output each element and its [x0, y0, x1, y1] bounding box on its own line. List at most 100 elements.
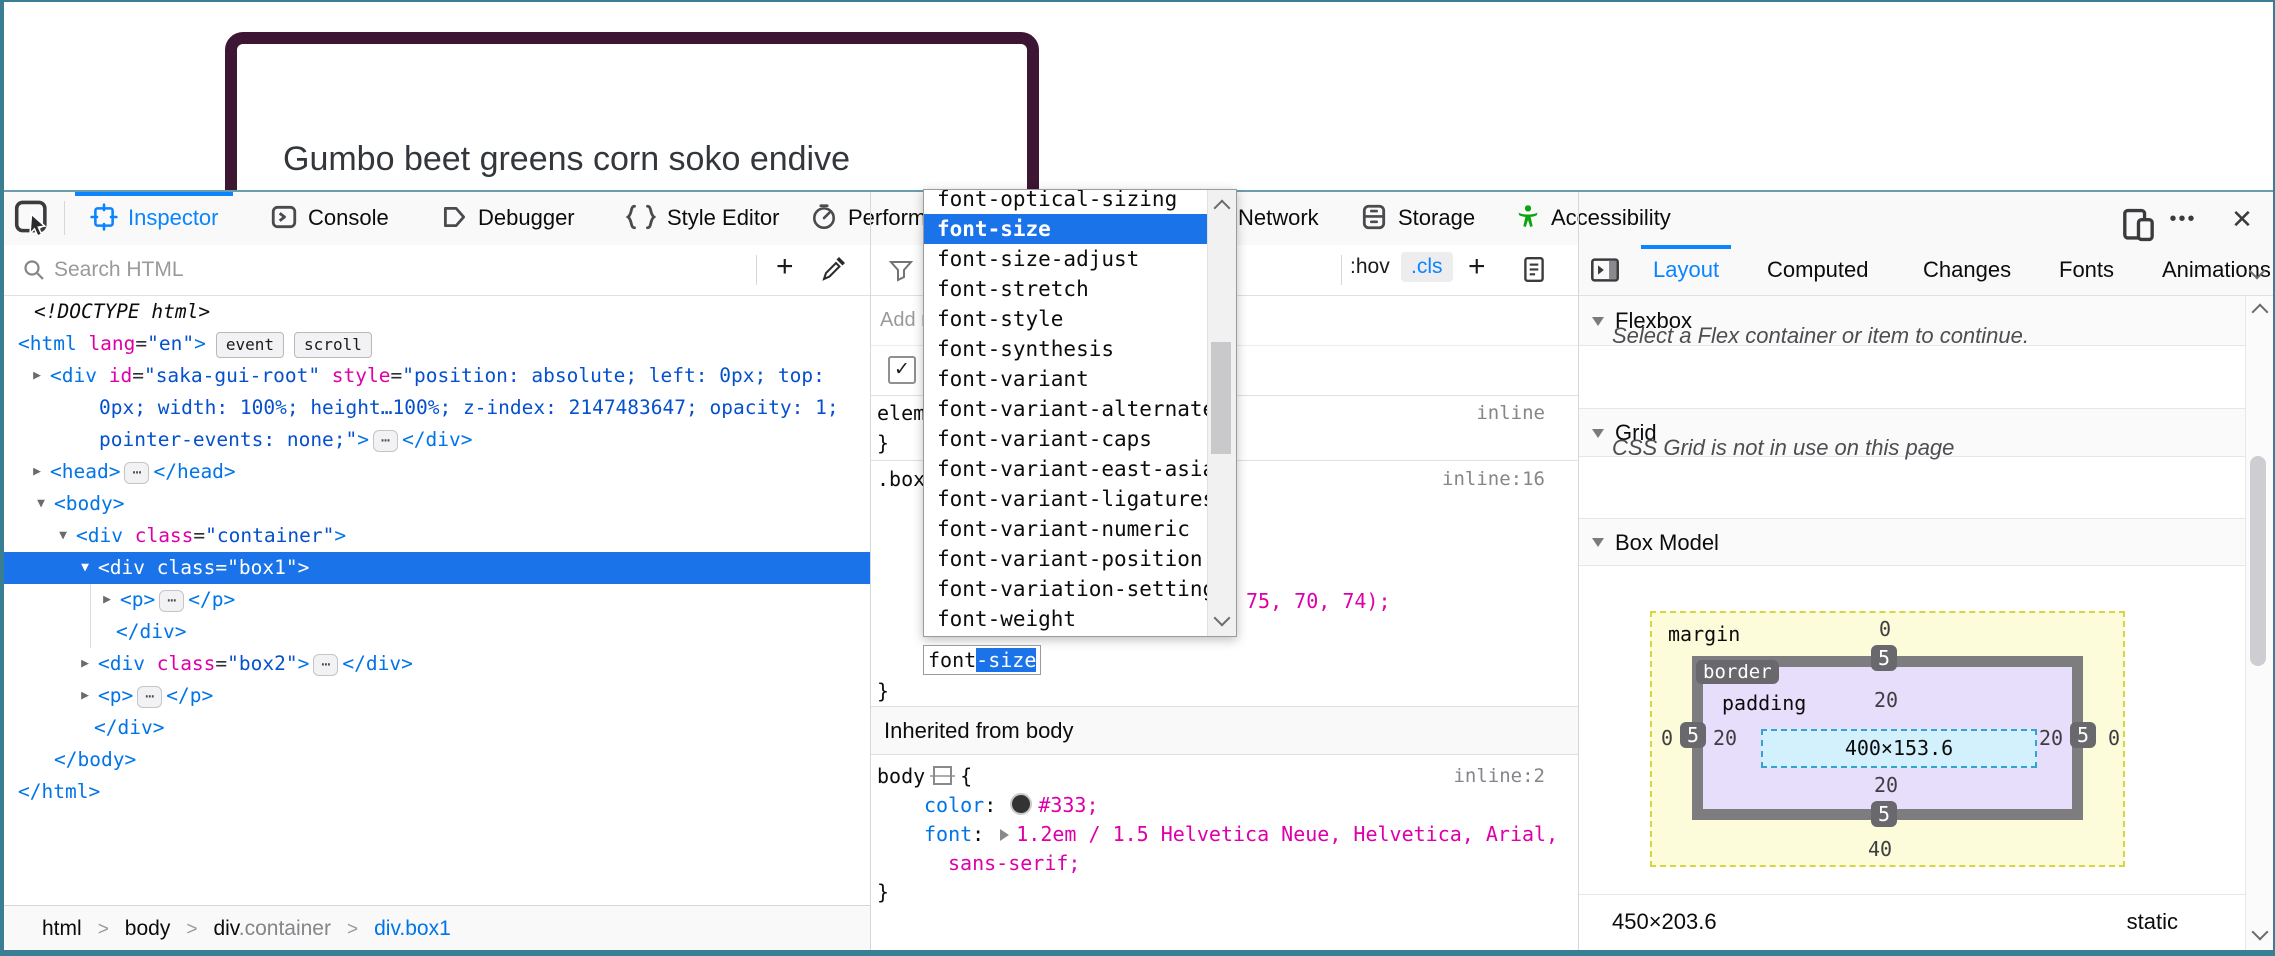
- expand-arrow-icon[interactable]: ▶: [28, 456, 46, 488]
- tab-changes[interactable]: Changes: [1911, 245, 2023, 295]
- padding-bottom-value[interactable]: 20: [1874, 773, 1898, 797]
- sidebar-toggle-icon[interactable]: [1590, 256, 1620, 284]
- autocomplete-item[interactable]: font-optical-sizing: [924, 189, 1208, 214]
- markup-row[interactable]: 0px; width: 100%; height…100%; z-index: …: [4, 392, 870, 424]
- add-node-button[interactable]: +: [776, 250, 794, 284]
- event-badge[interactable]: scroll: [294, 332, 372, 358]
- markup-row-selected[interactable]: ▼<div class="box1">: [4, 552, 870, 584]
- autocomplete-item[interactable]: font-stretch: [924, 274, 1208, 304]
- tab-inspector[interactable]: Inspector: [75, 192, 233, 244]
- rule-source-link[interactable]: inline:2: [1453, 761, 1545, 791]
- expand-arrow-icon[interactable]: ▶: [76, 680, 94, 712]
- highlight-selector-icon[interactable]: [933, 766, 952, 785]
- panel-splitter-right[interactable]: [1578, 192, 1579, 950]
- markup-row[interactable]: <!DOCTYPE html>: [4, 296, 870, 328]
- breadcrumb-item-div-box1[interactable]: div.box1: [374, 917, 451, 940]
- property-name-input[interactable]: font-size: [923, 645, 1041, 675]
- collapse-arrow-icon[interactable]: ▼: [32, 488, 50, 520]
- margin-top-value[interactable]: 0: [1879, 617, 1891, 641]
- scroll-down-icon[interactable]: [1214, 610, 1231, 627]
- print-simulation-icon[interactable]: [1521, 256, 1547, 284]
- scrollbar-thumb[interactable]: [1211, 342, 1231, 454]
- autocomplete-scrollbar[interactable]: [1207, 190, 1236, 636]
- autocomplete-item[interactable]: font-variant-east-asian: [924, 454, 1208, 484]
- panel-splitter-left[interactable]: [870, 192, 871, 950]
- autocomplete-item[interactable]: font-weight: [924, 604, 1208, 634]
- scroll-up-icon[interactable]: [1214, 200, 1231, 217]
- tab-debugger[interactable]: Debugger: [425, 192, 589, 244]
- search-html-input[interactable]: [52, 253, 616, 287]
- breadcrumb-item-div[interactable]: div.container: [213, 917, 331, 940]
- margin-bottom-value[interactable]: 40: [1868, 837, 1892, 861]
- breadcrumb-item-html[interactable]: html: [42, 917, 82, 940]
- expand-arrow-icon[interactable]: ▶: [98, 584, 116, 616]
- padding-left-value[interactable]: 20: [1713, 726, 1737, 750]
- markup-row[interactable]: ▶<p>⋯</p>: [4, 584, 870, 616]
- margin-right-value[interactable]: 0: [2108, 726, 2120, 750]
- rule-selector[interactable]: body: [871, 764, 925, 788]
- scroll-up-icon[interactable]: [2252, 304, 2269, 321]
- tab-accessibility[interactable]: Accessibility: [1500, 192, 1685, 244]
- rule-body[interactable]: body{ inline:2: [871, 761, 1578, 791]
- tab-style-editor[interactable]: Style Editor: [610, 192, 794, 244]
- margin-left-value[interactable]: 0: [1661, 726, 1673, 750]
- rule-source-link[interactable]: inline:16: [1442, 464, 1545, 494]
- breadcrumb-item-body[interactable]: body: [125, 917, 171, 940]
- autocomplete-item[interactable]: font-variant-numeric: [924, 514, 1208, 544]
- autocomplete-item[interactable]: font-variation-settings: [924, 574, 1208, 604]
- tab-console[interactable]: Console: [255, 192, 403, 244]
- responsive-design-mode-button[interactable]: [2120, 200, 2160, 238]
- autocomplete-item-selected[interactable]: font-size: [924, 214, 1208, 244]
- meatball-menu-button[interactable]: •••: [2163, 200, 2203, 238]
- border-top-value[interactable]: 5: [1871, 645, 1897, 671]
- tab-fonts[interactable]: Fonts: [2047, 245, 2126, 295]
- markup-row[interactable]: ▼<body>: [4, 488, 870, 520]
- tab-storage[interactable]: Storage: [1345, 192, 1489, 244]
- markup-row[interactable]: </body>: [4, 744, 870, 776]
- markup-row[interactable]: ▶<div id="saka-gui-root" style="position…: [4, 360, 870, 392]
- border-left-value[interactable]: 5: [1680, 722, 1706, 748]
- autocomplete-item[interactable]: font-variant-caps: [924, 424, 1208, 454]
- section-boxmodel-header[interactable]: Box Model: [1579, 519, 2273, 566]
- scrollbar-thumb[interactable]: [2250, 456, 2266, 666]
- pseudo-class-toggle[interactable]: :hov: [1350, 255, 1390, 279]
- padding-top-value[interactable]: 20: [1874, 688, 1898, 712]
- autocomplete-item[interactable]: font-variant-position: [924, 544, 1208, 574]
- tab-layout[interactable]: Layout: [1641, 245, 1731, 295]
- expand-arrow-icon[interactable]: ▶: [28, 360, 46, 392]
- event-badge[interactable]: event: [216, 332, 284, 358]
- padding-right-value[interactable]: 20: [2039, 726, 2063, 750]
- markup-row[interactable]: </div>: [4, 616, 870, 648]
- inline-ellipsis-icon[interactable]: ⋯: [373, 430, 398, 452]
- border-bottom-value[interactable]: 5: [1871, 801, 1897, 827]
- markup-row[interactable]: ▶<p>⋯</p>: [4, 680, 870, 712]
- markup-row[interactable]: pointer-events: none;">⋯</div>: [4, 424, 870, 456]
- inline-ellipsis-icon[interactable]: ⋯: [313, 654, 338, 676]
- border-right-value[interactable]: 5: [2070, 722, 2096, 748]
- autocomplete-item[interactable]: font-style: [924, 304, 1208, 334]
- pick-element-button[interactable]: [12, 198, 54, 238]
- collapse-arrow-icon[interactable]: ▼: [54, 520, 72, 552]
- class-checkbox[interactable]: ✓: [888, 356, 916, 384]
- expand-shorthand-icon[interactable]: [1000, 829, 1009, 841]
- add-rule-button[interactable]: +: [1468, 250, 1486, 284]
- markup-row[interactable]: ▶<div class="box2">⋯</div>: [4, 648, 870, 680]
- autocomplete-item[interactable]: font-variant-ligatures: [924, 484, 1208, 514]
- rule-source-link[interactable]: inline: [1476, 398, 1545, 428]
- autocomplete-item[interactable]: font-variant: [924, 364, 1208, 394]
- tab-computed[interactable]: Computed: [1755, 245, 1881, 295]
- autocomplete-item[interactable]: font-variant-alternates: [924, 394, 1208, 424]
- inline-ellipsis-icon[interactable]: ⋯: [124, 462, 149, 484]
- class-panel-toggle[interactable]: .cls: [1401, 252, 1453, 282]
- inline-ellipsis-icon[interactable]: ⋯: [159, 590, 184, 612]
- markup-row[interactable]: </div>: [4, 712, 870, 744]
- close-devtools-button[interactable]: ✕: [2222, 200, 2262, 238]
- scroll-down-icon[interactable]: [2252, 924, 2269, 941]
- boxmodel-content-box[interactable]: 400×153.6: [1761, 729, 2037, 768]
- layout-scrollbar[interactable]: [2245, 296, 2273, 950]
- color-swatch[interactable]: [1010, 793, 1032, 815]
- declaration-color[interactable]: color: #333;: [871, 790, 1631, 820]
- markup-row[interactable]: ▼<div class="container">: [4, 520, 870, 552]
- autocomplete-item[interactable]: font-size-adjust: [924, 244, 1208, 274]
- declaration-font[interactable]: font: 1.2em / 1.5 Helvetica Neue, Helvet…: [871, 819, 1631, 849]
